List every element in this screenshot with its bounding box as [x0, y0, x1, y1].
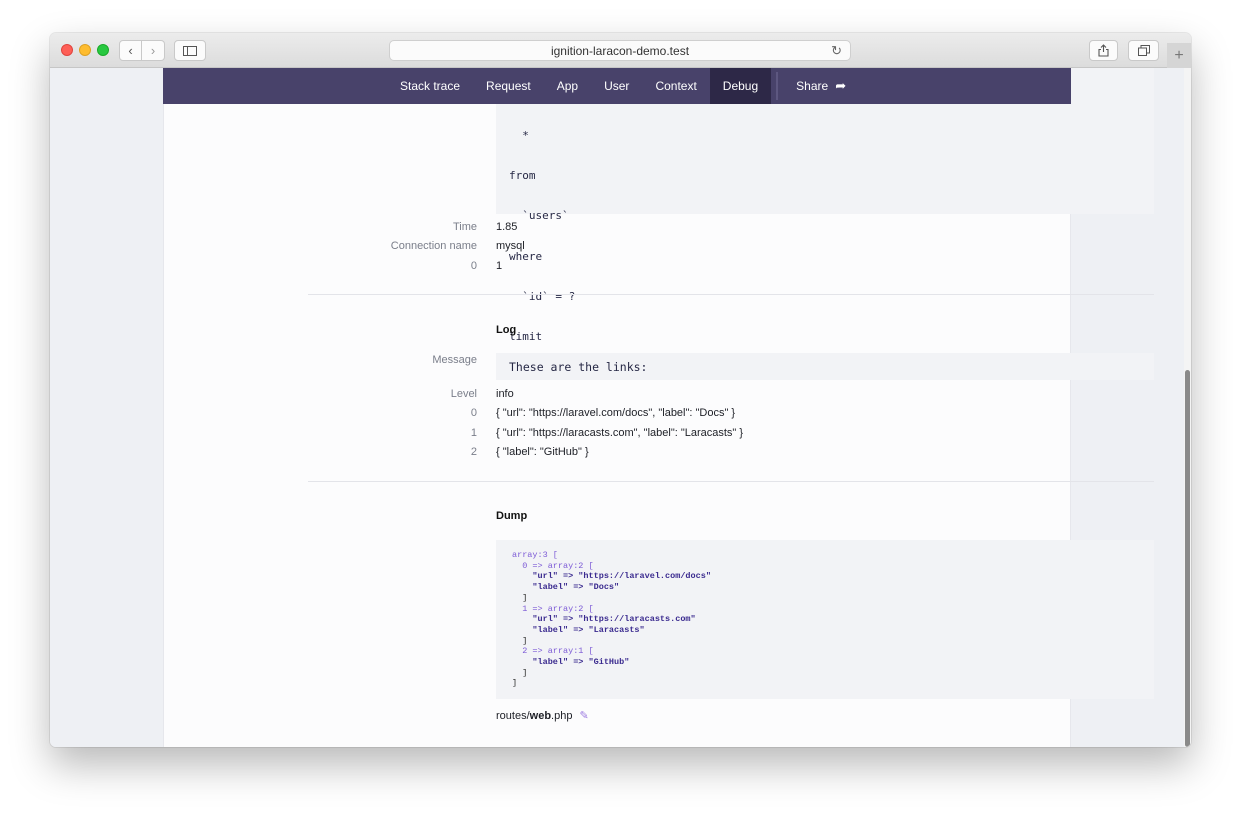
log-heading: Log	[496, 324, 517, 336]
connection-name-value: mysql	[496, 240, 525, 252]
context-0-value: { "url": "https://laravel.com/docs", "la…	[496, 407, 736, 419]
pencil-icon[interactable]: ✎	[580, 710, 589, 722]
section-divider	[308, 294, 1154, 295]
file-dir: routes/	[496, 710, 530, 722]
chevron-left-icon: ‹	[128, 43, 133, 58]
share-arrow-icon: ➦	[835, 78, 847, 93]
tab-debug[interactable]: Debug	[709, 68, 772, 104]
sidebar-toggle-button[interactable]	[174, 40, 206, 61]
show-tabs-button[interactable]	[1128, 40, 1159, 61]
browser-titlebar: ‹ › ignition-laracon-demo.test ↻ +	[50, 33, 1191, 68]
nav-separator	[776, 72, 779, 100]
forward-button[interactable]: ›	[142, 40, 165, 61]
chevron-right-icon: ›	[150, 43, 156, 58]
scrollbar-thumb[interactable]	[1185, 370, 1190, 747]
sql-line: `users`	[509, 209, 569, 223]
back-button[interactable]: ‹	[119, 40, 142, 61]
time-value: 1.85	[496, 221, 518, 233]
file-ext: .php	[551, 710, 573, 722]
dump-line: ]	[512, 592, 528, 603]
dump-line: ]	[512, 678, 518, 689]
sql-line: limit	[509, 330, 543, 344]
message-label: Message	[432, 354, 477, 366]
sql-line: from	[509, 169, 536, 183]
browser-content: select * from `users` where `id` = ? lim…	[50, 68, 1191, 747]
context-2-value: { "label": "GitHub" }	[496, 446, 589, 458]
tab-app[interactable]: App	[544, 68, 591, 104]
address-bar[interactable]: ignition-laracon-demo.test ↻	[389, 40, 851, 61]
connection-name-label: Connection name	[390, 240, 477, 252]
tab-navbar: Stack trace Request App User Context Deb…	[163, 68, 1071, 104]
plus-icon: +	[1174, 46, 1184, 64]
dump-line: 1 => array:2 [	[512, 603, 594, 614]
tab-stack-trace[interactable]: Stack trace	[387, 68, 473, 104]
share-label: Share	[796, 79, 829, 93]
tabs-icon	[1137, 45, 1150, 56]
sql-line: *	[509, 129, 529, 143]
share-button[interactable]: Share ➦	[783, 68, 859, 104]
log-message-box: These are the links:	[496, 353, 1154, 380]
level-value: info	[496, 388, 514, 400]
new-tab-button[interactable]: +	[1167, 43, 1191, 68]
close-window-button[interactable]	[61, 44, 73, 56]
dump-line: "label" => "Docs"	[512, 582, 620, 593]
context-0-label: 0	[470, 407, 477, 419]
log-message-text: These are the links:	[509, 360, 648, 374]
context-2-label: 2	[470, 446, 477, 458]
dump-line: 2 => array:1 [	[512, 646, 594, 657]
reload-icon[interactable]: ↻	[831, 43, 842, 59]
context-1-label: 1	[470, 427, 477, 439]
tab-context[interactable]: Context	[642, 68, 709, 104]
dump-line: "url" => "https://laracasts.com"	[512, 614, 696, 625]
dump-line: 0 => array:2 [	[512, 560, 594, 571]
tab-user[interactable]: User	[591, 68, 642, 104]
tab-request[interactable]: Request	[473, 68, 544, 104]
dump-line: "url" => "https://laravel.com/docs"	[512, 571, 711, 582]
dump-line: "label" => "Laracasts"	[512, 624, 645, 635]
context-1-value: { "url": "https://laracasts.com", "label…	[496, 427, 744, 439]
file-name: web	[529, 710, 552, 722]
browser-share-button[interactable]	[1089, 40, 1118, 61]
zoom-window-button[interactable]	[97, 44, 109, 56]
dump-line: ]	[512, 667, 528, 678]
browser-window: ‹ › ignition-laracon-demo.test ↻ + selec…	[50, 33, 1191, 747]
dump-line: ]	[512, 635, 528, 646]
dump-block: array:3 [ 0 => array:2 [ "url" => "https…	[496, 540, 1154, 699]
sql-line: where	[509, 249, 543, 263]
debug-page: select * from `users` where `id` = ? lim…	[163, 68, 1154, 747]
share-icon	[1098, 44, 1109, 57]
section-divider	[308, 481, 1154, 482]
file-link[interactable]: routes/web.php ✎	[496, 709, 589, 722]
binding-0-value: 1	[496, 260, 503, 272]
dump-line: "label" => "GitHub"	[512, 657, 630, 668]
sql-line: `id` = ?	[509, 289, 576, 303]
time-label: Time	[452, 221, 477, 233]
dump-heading: Dump	[496, 510, 528, 522]
sidebar-icon	[183, 45, 197, 56]
url-text: ignition-laracon-demo.test	[550, 43, 690, 58]
binding-0-label: 0	[470, 260, 477, 272]
level-label: Level	[450, 388, 477, 400]
minimize-window-button[interactable]	[79, 44, 91, 56]
dump-line: array:3 [	[512, 550, 558, 560]
